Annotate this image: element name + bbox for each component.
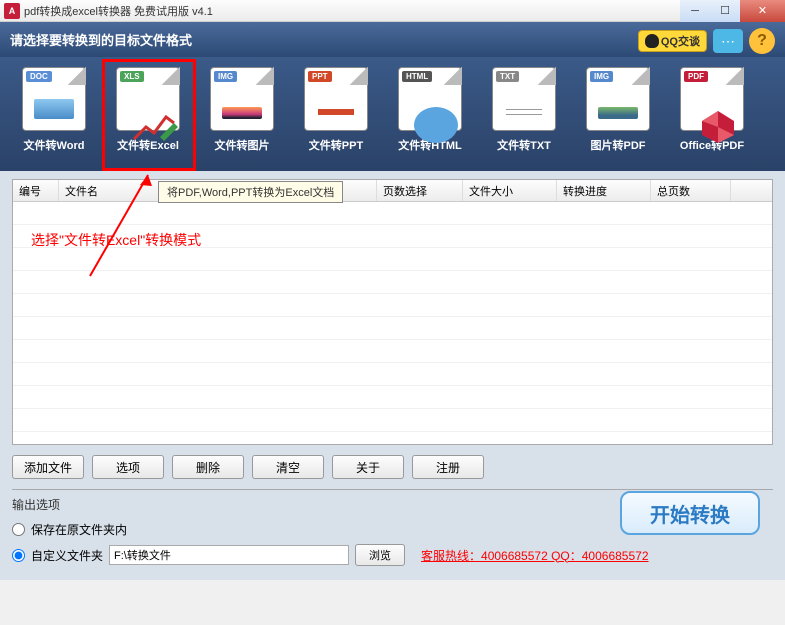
about-button[interactable]: 关于	[332, 455, 404, 479]
col-pages[interactable]: 页数选择	[377, 180, 463, 201]
format-文件转PPT[interactable]: PPT 文件转PPT	[296, 67, 376, 153]
format-icon: HTML	[398, 67, 462, 131]
format-icon: DOC	[22, 67, 86, 131]
custom-folder-label[interactable]: 自定义文件夹	[31, 547, 103, 564]
app-icon: A	[4, 3, 20, 19]
tooltip: 将PDF,Word,PPT转换为Excel文档	[158, 181, 343, 203]
folder-path-input[interactable]	[109, 545, 349, 565]
file-table: 编号 文件名 页数选择 文件大小 转换进度 总页数 选择"文件转Excel"转换…	[12, 179, 773, 445]
col-total[interactable]: 总页数	[651, 180, 731, 201]
format-文件转HTML[interactable]: HTML 文件转HTML	[390, 67, 470, 153]
register-button[interactable]: 注册	[412, 455, 484, 479]
format-icon: PDF	[680, 67, 744, 131]
start-convert-button[interactable]: 开始转换	[620, 491, 760, 535]
format-图片转PDF[interactable]: IMG 图片转PDF	[578, 67, 658, 153]
custom-folder-row: 自定义文件夹 浏览 客服热线：4006685572 QQ：4006685572	[12, 544, 773, 566]
format-icon: IMG	[210, 67, 274, 131]
format-icon: TXT	[492, 67, 556, 131]
save-original-label[interactable]: 保存在原文件夹内	[31, 521, 127, 538]
custom-folder-radio[interactable]	[12, 549, 25, 562]
format-文件转图片[interactable]: IMG 文件转图片	[202, 67, 282, 153]
window-controls: ─ ☐ ✕	[680, 0, 785, 22]
help-button[interactable]: ?	[749, 28, 775, 54]
options-button[interactable]: 选项	[92, 455, 164, 479]
qq-penguin-icon	[645, 34, 659, 48]
close-button[interactable]: ✕	[740, 0, 785, 22]
col-index[interactable]: 编号	[13, 180, 59, 201]
header-actions: QQ交谈 ⋯ ?	[638, 28, 775, 54]
maximize-button[interactable]: ☐	[710, 0, 740, 22]
format-label: 文件转PPT	[296, 137, 376, 153]
content-area: 编号 文件名 页数选择 文件大小 转换进度 总页数 选择"文件转Excel"转换…	[0, 171, 785, 580]
format-toolbar: 将PDF,Word,PPT转换为Excel文档 DOC 文件转Word XLS …	[0, 57, 785, 171]
format-label: 文件转Word	[14, 137, 94, 153]
window-title: pdf转换成excel转换器 免费试用版 v4.1	[24, 3, 213, 19]
format-label: 文件转图片	[202, 137, 282, 153]
clear-button[interactable]: 清空	[252, 455, 324, 479]
format-文件转Excel[interactable]: XLS 文件转Excel	[108, 67, 188, 153]
format-文件转Word[interactable]: DOC 文件转Word	[14, 67, 94, 153]
qq-chat-button[interactable]: QQ交谈	[638, 30, 707, 52]
header: 请选择要转换到的目标文件格式 QQ交谈 ⋯ ?	[0, 22, 785, 57]
format-label: 图片转PDF	[578, 137, 658, 153]
col-size[interactable]: 文件大小	[463, 180, 557, 201]
add-file-button[interactable]: 添加文件	[12, 455, 84, 479]
format-icon: IMG	[586, 67, 650, 131]
format-文件转TXT[interactable]: TXT 文件转TXT	[484, 67, 564, 153]
col-progress[interactable]: 转换进度	[557, 180, 651, 201]
titlebar: A pdf转换成excel转换器 免费试用版 v4.1 ─ ☐ ✕	[0, 0, 785, 22]
browse-button[interactable]: 浏览	[355, 544, 405, 566]
minimize-button[interactable]: ─	[680, 0, 710, 22]
action-buttons: 添加文件 选项 删除 清空 关于 注册	[12, 445, 773, 489]
save-original-radio[interactable]	[12, 523, 25, 536]
table-header-row: 编号 文件名 页数选择 文件大小 转换进度 总页数	[13, 180, 772, 202]
annotation-text: 选择"文件转Excel"转换模式	[31, 230, 201, 250]
chat-icon[interactable]: ⋯	[713, 29, 743, 53]
hotline-text[interactable]: 客服热线：4006685572 QQ：4006685572	[421, 547, 648, 564]
format-label: 文件转TXT	[484, 137, 564, 153]
format-icon: PPT	[304, 67, 368, 131]
format-Office转PDF[interactable]: PDF Office转PDF	[672, 67, 752, 153]
delete-button[interactable]: 删除	[172, 455, 244, 479]
format-icon: XLS	[116, 67, 180, 131]
